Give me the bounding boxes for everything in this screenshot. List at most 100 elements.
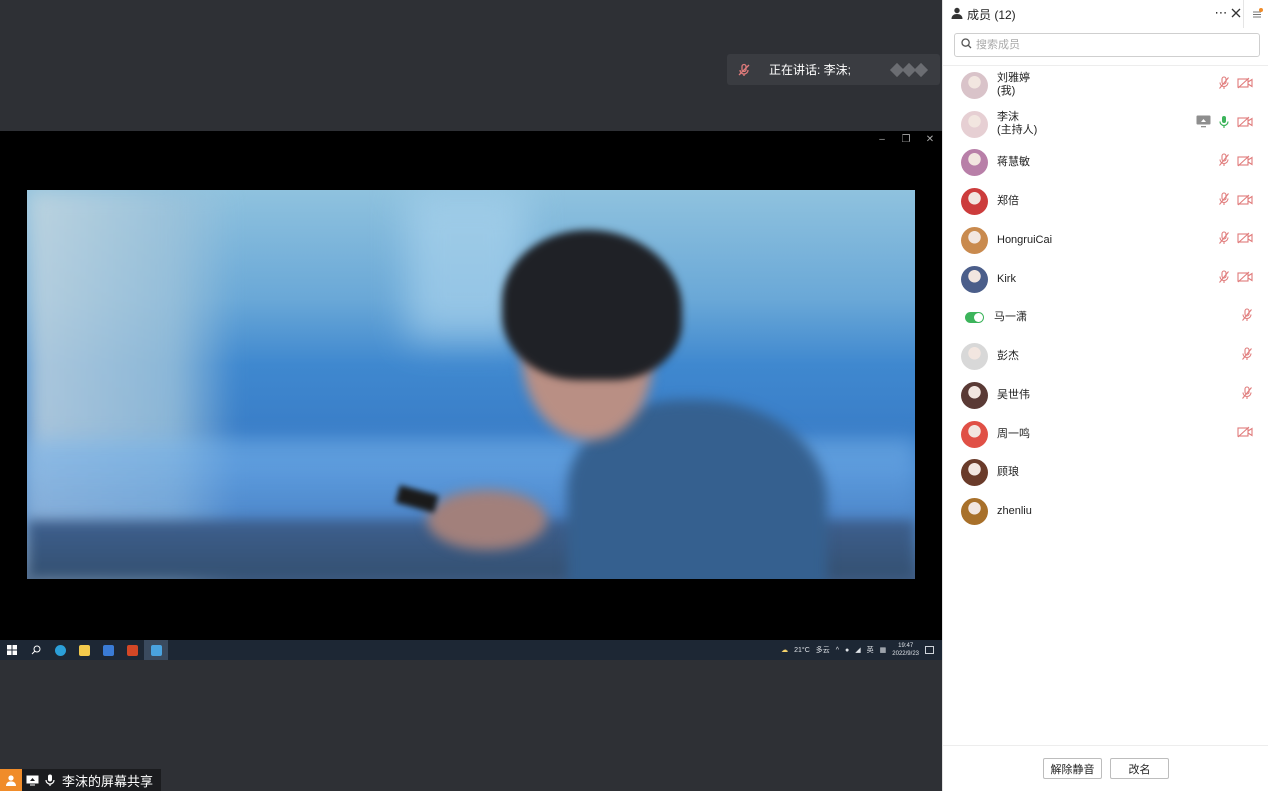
members-panel: 成员 (12) ⋯ 刘雅婷(我) 李沫(主持人) 蒋慧敏郑倍 HongruiCai Ki… xyxy=(942,0,1268,791)
member-status-icons xyxy=(1241,337,1253,376)
avatar xyxy=(961,459,988,487)
member-row[interactable]: HongruiCai xyxy=(943,221,1268,260)
weather-text: 多云 xyxy=(815,647,830,654)
member-name-block: 蒋慧敏 xyxy=(997,156,1030,169)
network-icon: ◢ xyxy=(855,647,861,654)
avatar xyxy=(961,343,988,371)
shared-video-frame xyxy=(27,190,915,579)
camera-off-icon[interactable] xyxy=(1237,115,1253,133)
members-panel-header: 成员 (12) ⋯ xyxy=(943,0,1268,28)
member-name-block: zhenliu xyxy=(997,505,1032,518)
member-name: Kirk xyxy=(997,272,1016,285)
close-panel-button[interactable] xyxy=(1228,5,1244,21)
member-status-icons xyxy=(1218,66,1253,105)
member-name-block: 周一鸣 xyxy=(997,428,1030,441)
member-status-icons xyxy=(1218,260,1253,299)
member-name-block: 李沫 (主持人) xyxy=(997,111,1037,137)
member-status-icons xyxy=(1241,299,1253,338)
member-name: 蒋慧敏 xyxy=(997,156,1030,169)
screen-share-icon xyxy=(24,769,40,791)
member-row[interactable]: 马一潇 xyxy=(943,299,1268,338)
camera-off-icon[interactable] xyxy=(1237,425,1253,443)
member-name: 马一潇 xyxy=(994,311,1027,324)
camera-off-icon[interactable] xyxy=(1237,76,1253,94)
member-name: 吴世伟 xyxy=(997,388,1030,401)
member-name-block: 刘雅婷 (我) xyxy=(997,72,1030,98)
member-name-block: HongruiCai xyxy=(997,234,1052,247)
avatar xyxy=(961,110,988,138)
camera-off-icon[interactable] xyxy=(1237,231,1253,249)
member-row[interactable]: 彭杰 xyxy=(943,337,1268,376)
audio-wave-icon xyxy=(889,62,932,78)
member-row[interactable]: 周一鸣 xyxy=(943,415,1268,454)
member-name: 周一鸣 xyxy=(997,427,1030,440)
screen-share-view[interactable]: – ❐ ✕ ☁ 21°C 多云 ^ ● ◢ 英 ▦ 19:47 2022/9/2… xyxy=(0,131,942,660)
keyboard-icon: ▦ xyxy=(879,647,887,654)
screen-share-icon[interactable] xyxy=(1196,115,1211,133)
camera-off-icon[interactable] xyxy=(1237,270,1253,288)
photos-icon xyxy=(96,640,120,660)
member-role: (主持人) xyxy=(997,124,1038,137)
member-row[interactable]: 蒋慧敏 xyxy=(943,144,1268,183)
member-row[interactable]: zhenliu xyxy=(943,492,1268,531)
mic-muted-icon[interactable] xyxy=(1218,153,1230,172)
weather-temp: 21°C xyxy=(794,646,810,654)
meeting-app-icon xyxy=(144,640,168,660)
members-title: 成员 (12) xyxy=(967,7,1016,22)
member-status-icons xyxy=(1237,415,1253,454)
mic-muted-icon[interactable] xyxy=(1241,386,1253,405)
avatar xyxy=(961,420,988,448)
member-name-block: Kirk xyxy=(997,273,1016,286)
member-row[interactable]: 李沫 (主持人) xyxy=(943,105,1268,144)
file-explorer-icon xyxy=(72,640,96,660)
mic-muted-icon[interactable] xyxy=(1241,347,1253,366)
member-name: zhenliu xyxy=(997,505,1032,518)
more-options-button[interactable]: ⋯ xyxy=(1213,5,1229,21)
close-icon: ✕ xyxy=(925,133,935,145)
mic-on-icon[interactable] xyxy=(1218,115,1230,134)
search-icon xyxy=(961,36,972,54)
user-icon xyxy=(0,769,22,791)
member-row[interactable]: 顾琅 xyxy=(943,454,1268,493)
camera-off-icon[interactable] xyxy=(1237,193,1253,211)
camera-off-icon[interactable] xyxy=(1237,154,1253,172)
member-row[interactable]: Kirk xyxy=(943,260,1268,299)
member-status-icons xyxy=(1196,105,1253,144)
mic-muted-icon[interactable] xyxy=(1218,192,1230,211)
meeting-stage: 正在讲话: 李沫; – ❐ ✕ ☁ 21°C 多云 ^ ● ◢ 英 ▦ 19:4… xyxy=(0,0,942,791)
mic-muted-icon[interactable] xyxy=(1218,231,1230,250)
member-search-input[interactable] xyxy=(976,39,1246,51)
powerpoint-icon xyxy=(120,640,144,660)
weather-icon: ☁ xyxy=(781,647,789,654)
member-name: 彭杰 xyxy=(997,350,1019,363)
member-status-icons xyxy=(1218,182,1253,221)
rename-button[interactable]: 改名 xyxy=(1110,758,1169,779)
member-name-block: 郑倍 xyxy=(997,195,1019,208)
member-search-box[interactable] xyxy=(954,33,1260,57)
unmute-all-button[interactable]: 解除静音 xyxy=(1043,758,1102,779)
avatar xyxy=(961,188,988,216)
member-row[interactable]: 郑倍 xyxy=(943,182,1268,221)
member-name-block: 吴世伟 xyxy=(997,389,1030,402)
member-role: (我) xyxy=(997,85,1016,98)
speaking-banner: 正在讲话: 李沫; xyxy=(727,54,940,85)
mic-muted-icon[interactable] xyxy=(1218,270,1230,289)
notification-icon xyxy=(925,646,934,654)
member-name: 李沫 xyxy=(997,111,1019,124)
member-list: 刘雅婷 (我) 李沫 (主持人) 蒋慧敏郑倍 HongruiCai Kirk 马一潇彭杰吴世伟… xyxy=(943,66,1268,531)
mic-muted-icon[interactable] xyxy=(1218,76,1230,95)
speaking-text: 正在讲话: 李沫; xyxy=(769,63,852,77)
member-row[interactable]: 刘雅婷 (我) xyxy=(943,66,1268,105)
member-row[interactable]: 吴世伟 xyxy=(943,376,1268,415)
member-name-block: 顾琅 xyxy=(997,466,1019,479)
shared-taskbar: ☁ 21°C 多云 ^ ● ◢ 英 ▦ 19:47 2022/9/23 xyxy=(0,640,942,660)
member-name: HongruiCai xyxy=(997,233,1053,246)
shared-window-controls: – ❐ ✕ xyxy=(876,131,936,147)
share-status-bar: 李沫的屏幕共享 xyxy=(0,769,162,791)
mic-muted-icon[interactable] xyxy=(1241,308,1253,327)
mic-on-icon xyxy=(42,769,58,791)
sidebar-menu-button[interactable] xyxy=(1243,0,1268,28)
member-status-icons xyxy=(1218,144,1253,183)
edge-icon xyxy=(48,640,72,660)
system-tray: ☁ 21°C 多云 ^ ● ◢ 英 ▦ 19:47 2022/9/23 xyxy=(781,642,942,658)
